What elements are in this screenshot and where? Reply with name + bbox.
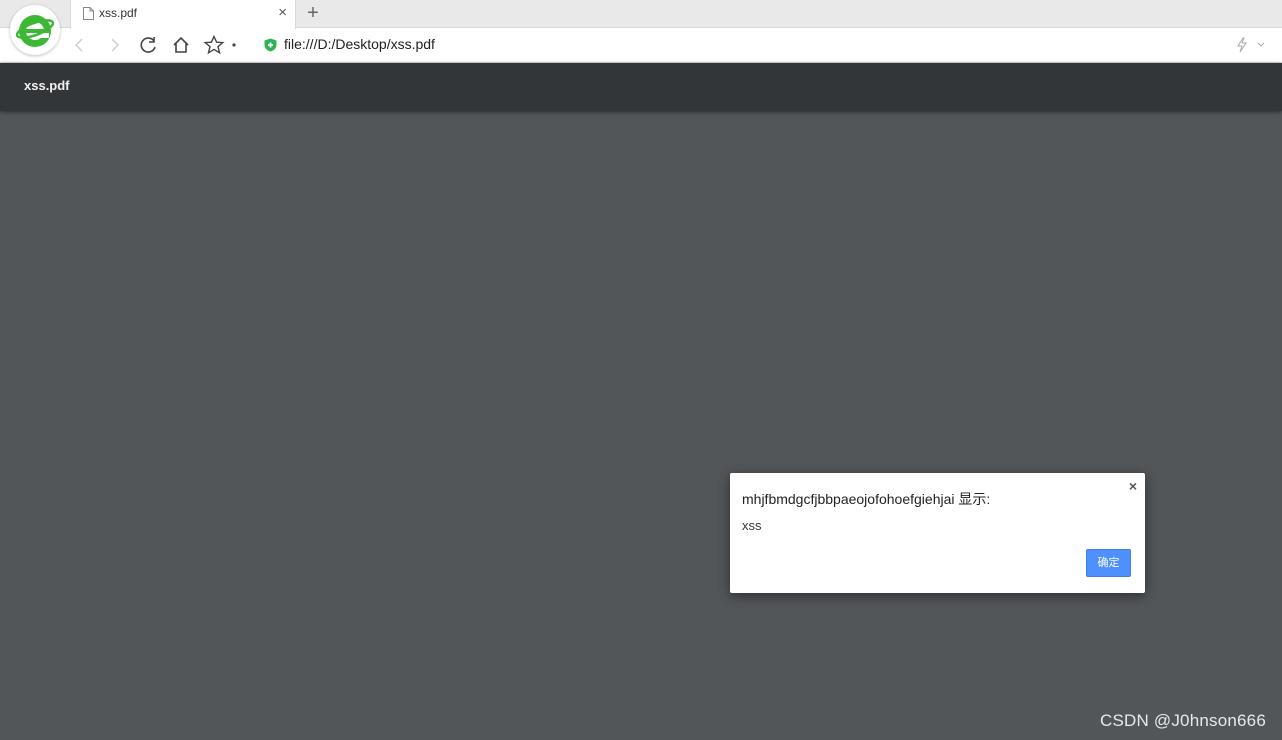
dialog-ok-button[interactable]: 确定 — [1086, 549, 1131, 577]
favorites-dropdown[interactable] — [227, 33, 241, 57]
pdf-toolbar: xss.pdf — [0, 63, 1282, 111]
chevron-left-icon — [74, 38, 83, 52]
tab-xss-pdf[interactable]: xss.pdf × — [70, 0, 296, 29]
dropdown-dot-icon — [232, 43, 236, 47]
pdf-title: xss.pdf — [24, 78, 70, 93]
secure-shield-icon — [264, 38, 277, 52]
file-icon — [83, 7, 94, 20]
address-url[interactable]: file:///D:/Desktop/xss.pdf — [284, 36, 435, 52]
tab-close-icon[interactable]: × — [278, 4, 287, 22]
pdf-viewer-area[interactable] — [0, 111, 1282, 740]
lightning-icon — [1237, 37, 1265, 53]
right-tools[interactable] — [1234, 36, 1270, 54]
browser-chrome: xss.pdf × + file:///D:/Desktop/xss.pdf — [0, 0, 1282, 63]
alert-dialog: mhjfbmdgcfjbbpaeojofohoefgiehjai 显示: × x… — [730, 473, 1145, 593]
forward-button[interactable] — [102, 33, 126, 57]
chevron-right-icon — [111, 38, 120, 52]
star-icon — [203, 35, 225, 55]
back-button[interactable] — [68, 33, 92, 57]
navigation-bar: file:///D:/Desktop/xss.pdf — [0, 28, 1282, 63]
watermark: CSDN @J0hnson666 — [1100, 711, 1266, 730]
home-button[interactable] — [169, 33, 193, 57]
home-icon — [173, 36, 189, 53]
new-tab-button[interactable]: + — [302, 2, 324, 24]
dialog-title: mhjfbmdgcfjbbpaeojofohoefgiehjai 显示: — [742, 491, 991, 507]
address-bar[interactable]: file:///D:/Desktop/xss.pdf — [256, 34, 1236, 56]
reload-button[interactable] — [136, 33, 160, 57]
ie-e-logo-icon[interactable] — [10, 5, 60, 55]
tab-title: xss.pdf — [99, 6, 138, 20]
dialog-close-icon[interactable]: × — [1129, 478, 1137, 494]
reload-icon — [140, 37, 156, 53]
dialog-message: xss — [742, 518, 762, 533]
favorites-button[interactable] — [202, 33, 226, 57]
